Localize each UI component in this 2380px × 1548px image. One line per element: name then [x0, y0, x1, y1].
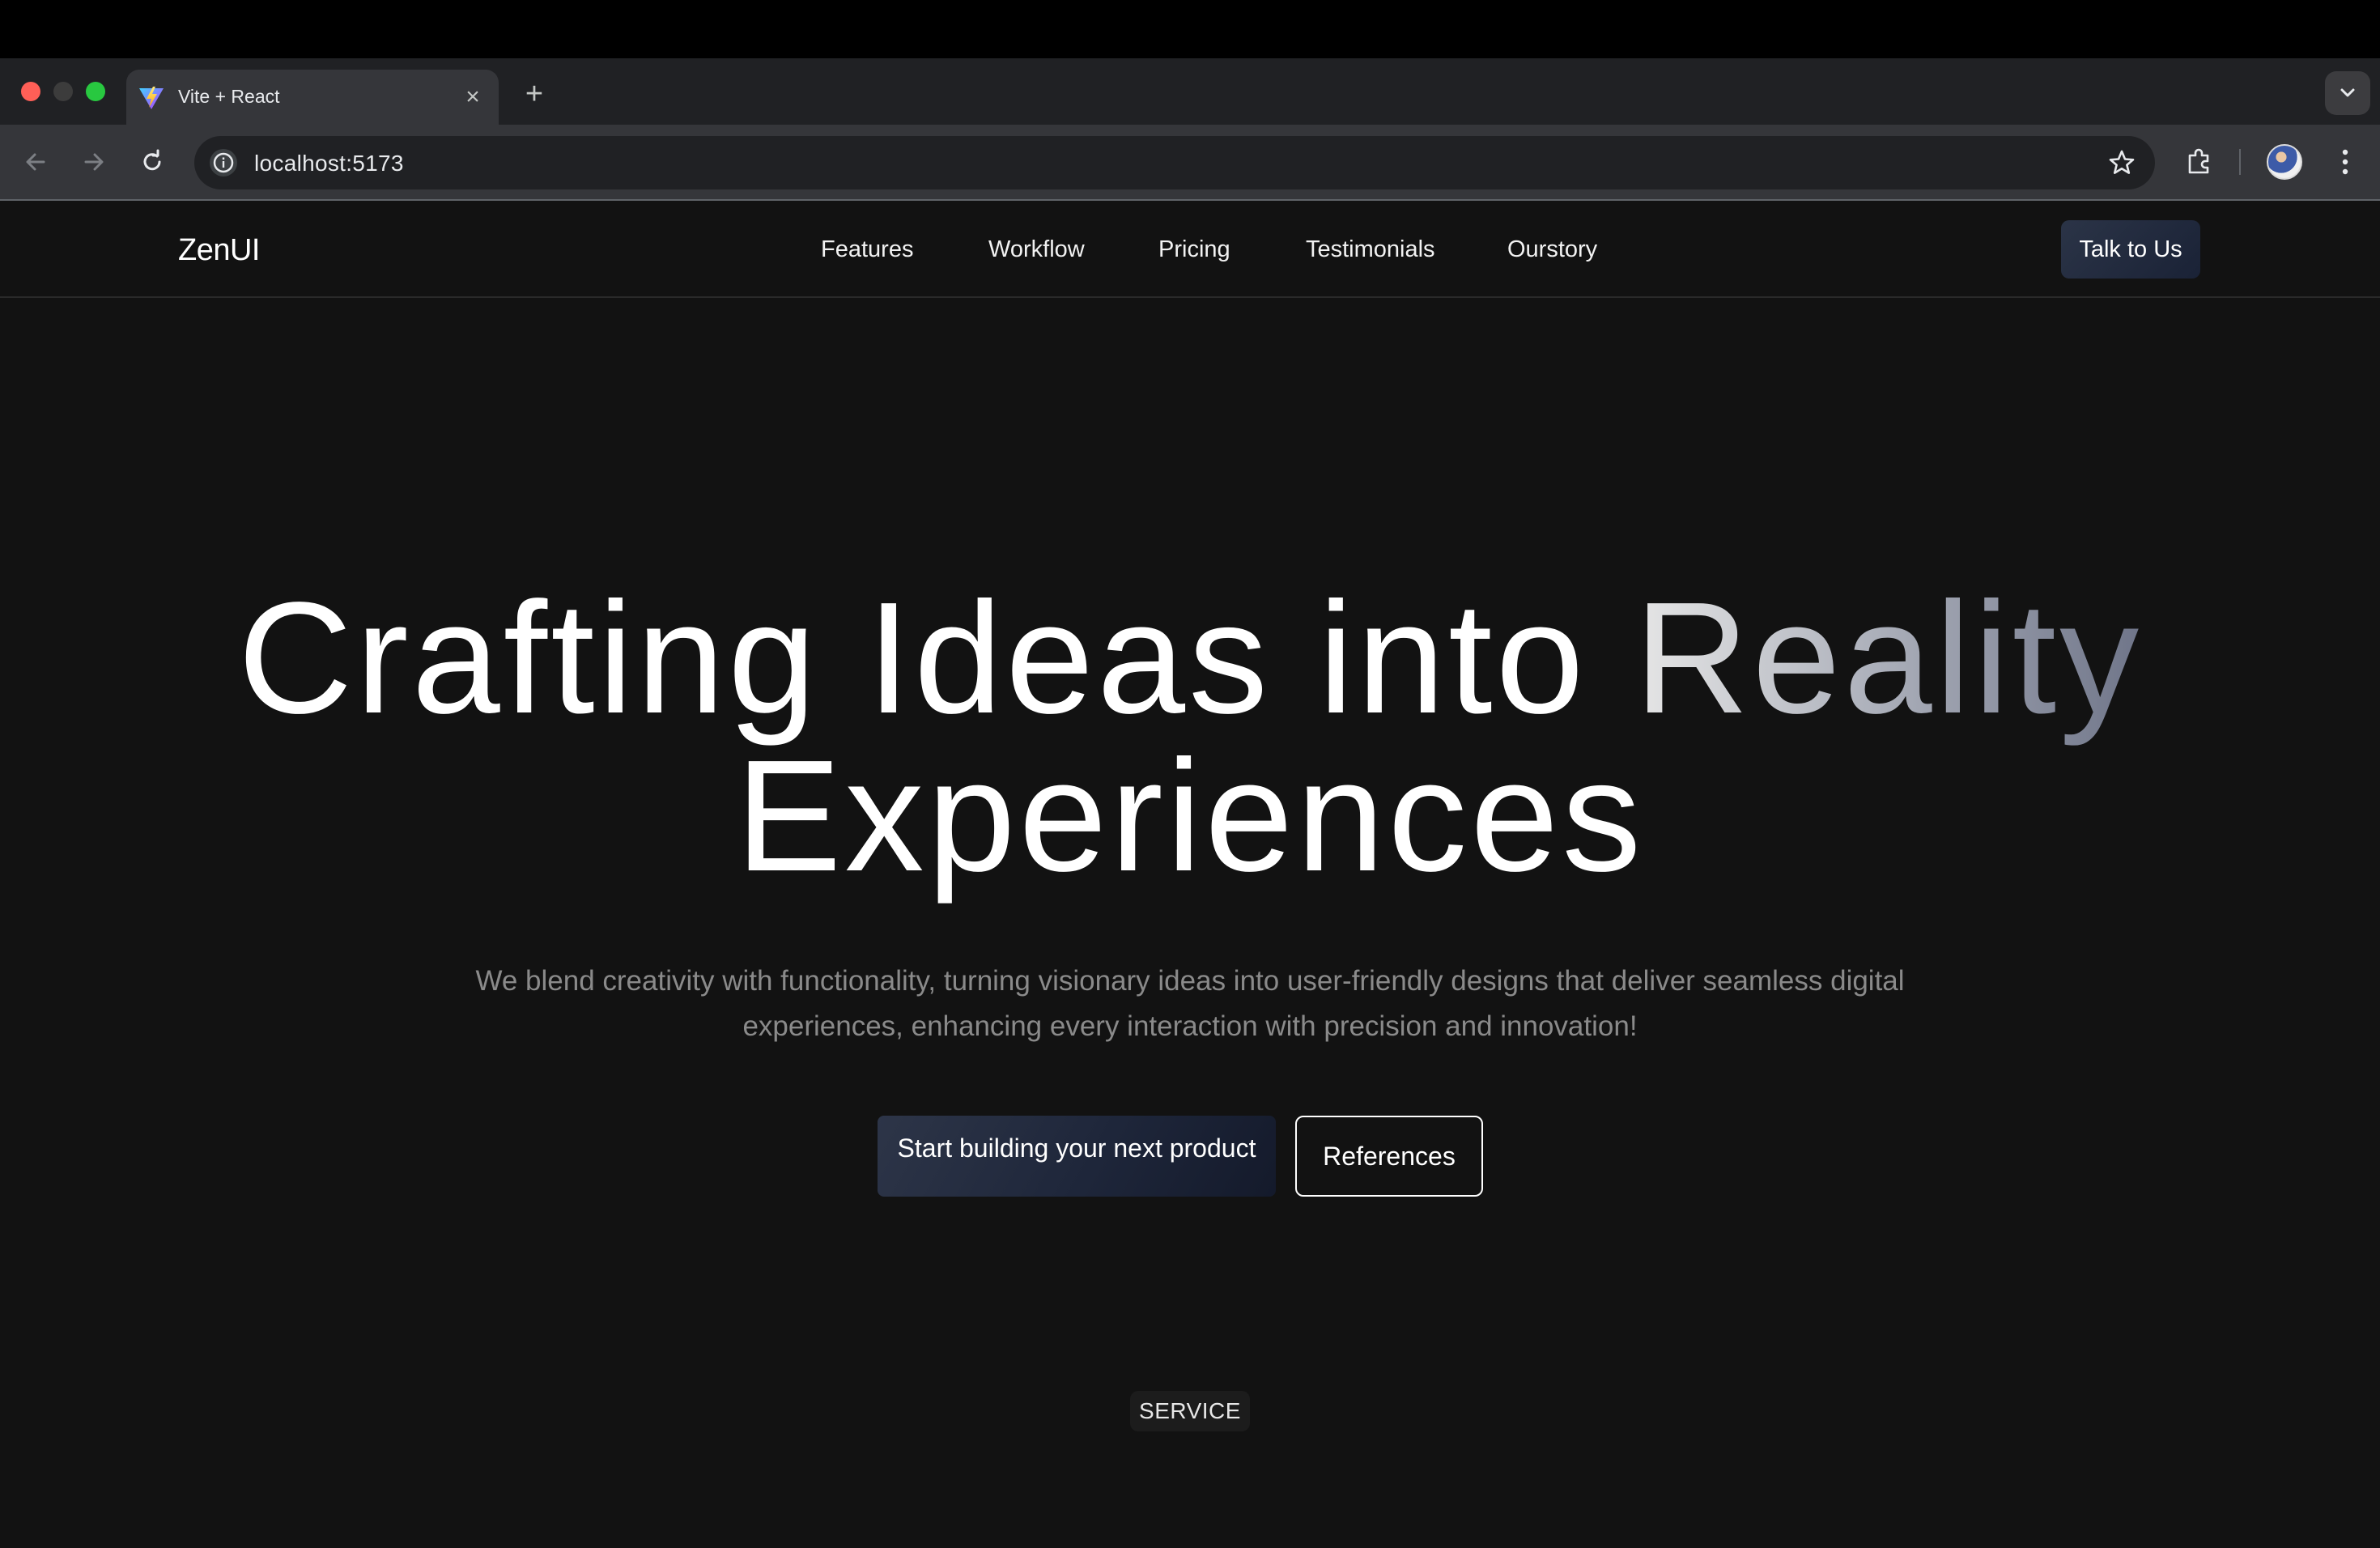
nav-link-testimonials[interactable]: Testimonials [1306, 236, 1435, 263]
reload-icon[interactable] [136, 146, 168, 178]
browser-tab-strip: Vite + React × + [0, 58, 2380, 125]
hero-title-highlight: Reality [1634, 569, 2143, 746]
browser-tab[interactable]: Vite + React × [126, 70, 499, 125]
hero-title-text: Crafting Ideas into [237, 569, 1587, 746]
back-arrow-icon[interactable] [19, 146, 52, 178]
avatar[interactable] [2267, 144, 2302, 180]
toolbar-divider [2239, 149, 2241, 175]
tab-search-button[interactable] [2325, 71, 2370, 115]
close-icon[interactable]: × [458, 83, 487, 112]
hero-title-line-2: Experiences [735, 727, 1645, 904]
info-icon[interactable] [207, 147, 240, 179]
references-button[interactable]: References [1295, 1116, 1483, 1197]
plus-icon[interactable]: + [518, 78, 550, 110]
hero-title-line-1: Crafting Ideas into Reality [0, 577, 2380, 739]
vite-favicon [139, 87, 164, 109]
url-text[interactable]: localhost:5173 [254, 151, 404, 176]
nav-link-workflow[interactable]: Workflow [988, 236, 1085, 263]
close-window-button[interactable] [21, 82, 40, 101]
more-vert-icon[interactable] [2333, 144, 2357, 180]
address-bar[interactable]: localhost:5173 [194, 136, 2155, 189]
forward-arrow-icon[interactable] [78, 146, 110, 178]
nav-link-features[interactable]: Features [821, 236, 913, 263]
minimize-window-button[interactable] [53, 82, 73, 101]
service-section-badge: SERVICE [1130, 1391, 1250, 1431]
hero-subtitle: We blend creativity with functionality, … [475, 965, 1905, 1042]
maximize-window-button[interactable] [86, 82, 105, 101]
site-navbar: ZenUI Features Workflow Pricing Testimon… [0, 201, 2380, 298]
start-building-button[interactable]: Start building your next product [878, 1116, 1276, 1197]
macos-menu-area [0, 0, 2380, 58]
talk-to-us-button[interactable]: Talk to Us [2061, 220, 2200, 279]
site-logo[interactable]: ZenUI [178, 233, 260, 268]
extensions-icon[interactable] [2182, 144, 2216, 178]
tab-title: Vite + React [178, 86, 280, 107]
star-icon[interactable] [2106, 147, 2137, 178]
chevron-down-icon [2340, 88, 2355, 97]
nav-link-pricing[interactable]: Pricing [1158, 236, 1230, 263]
browser-toolbar: localhost:5173 [0, 125, 2380, 201]
page-content: ZenUI Features Workflow Pricing Testimon… [0, 201, 2380, 1548]
nav-link-ourstory[interactable]: Ourstory [1507, 236, 1597, 263]
